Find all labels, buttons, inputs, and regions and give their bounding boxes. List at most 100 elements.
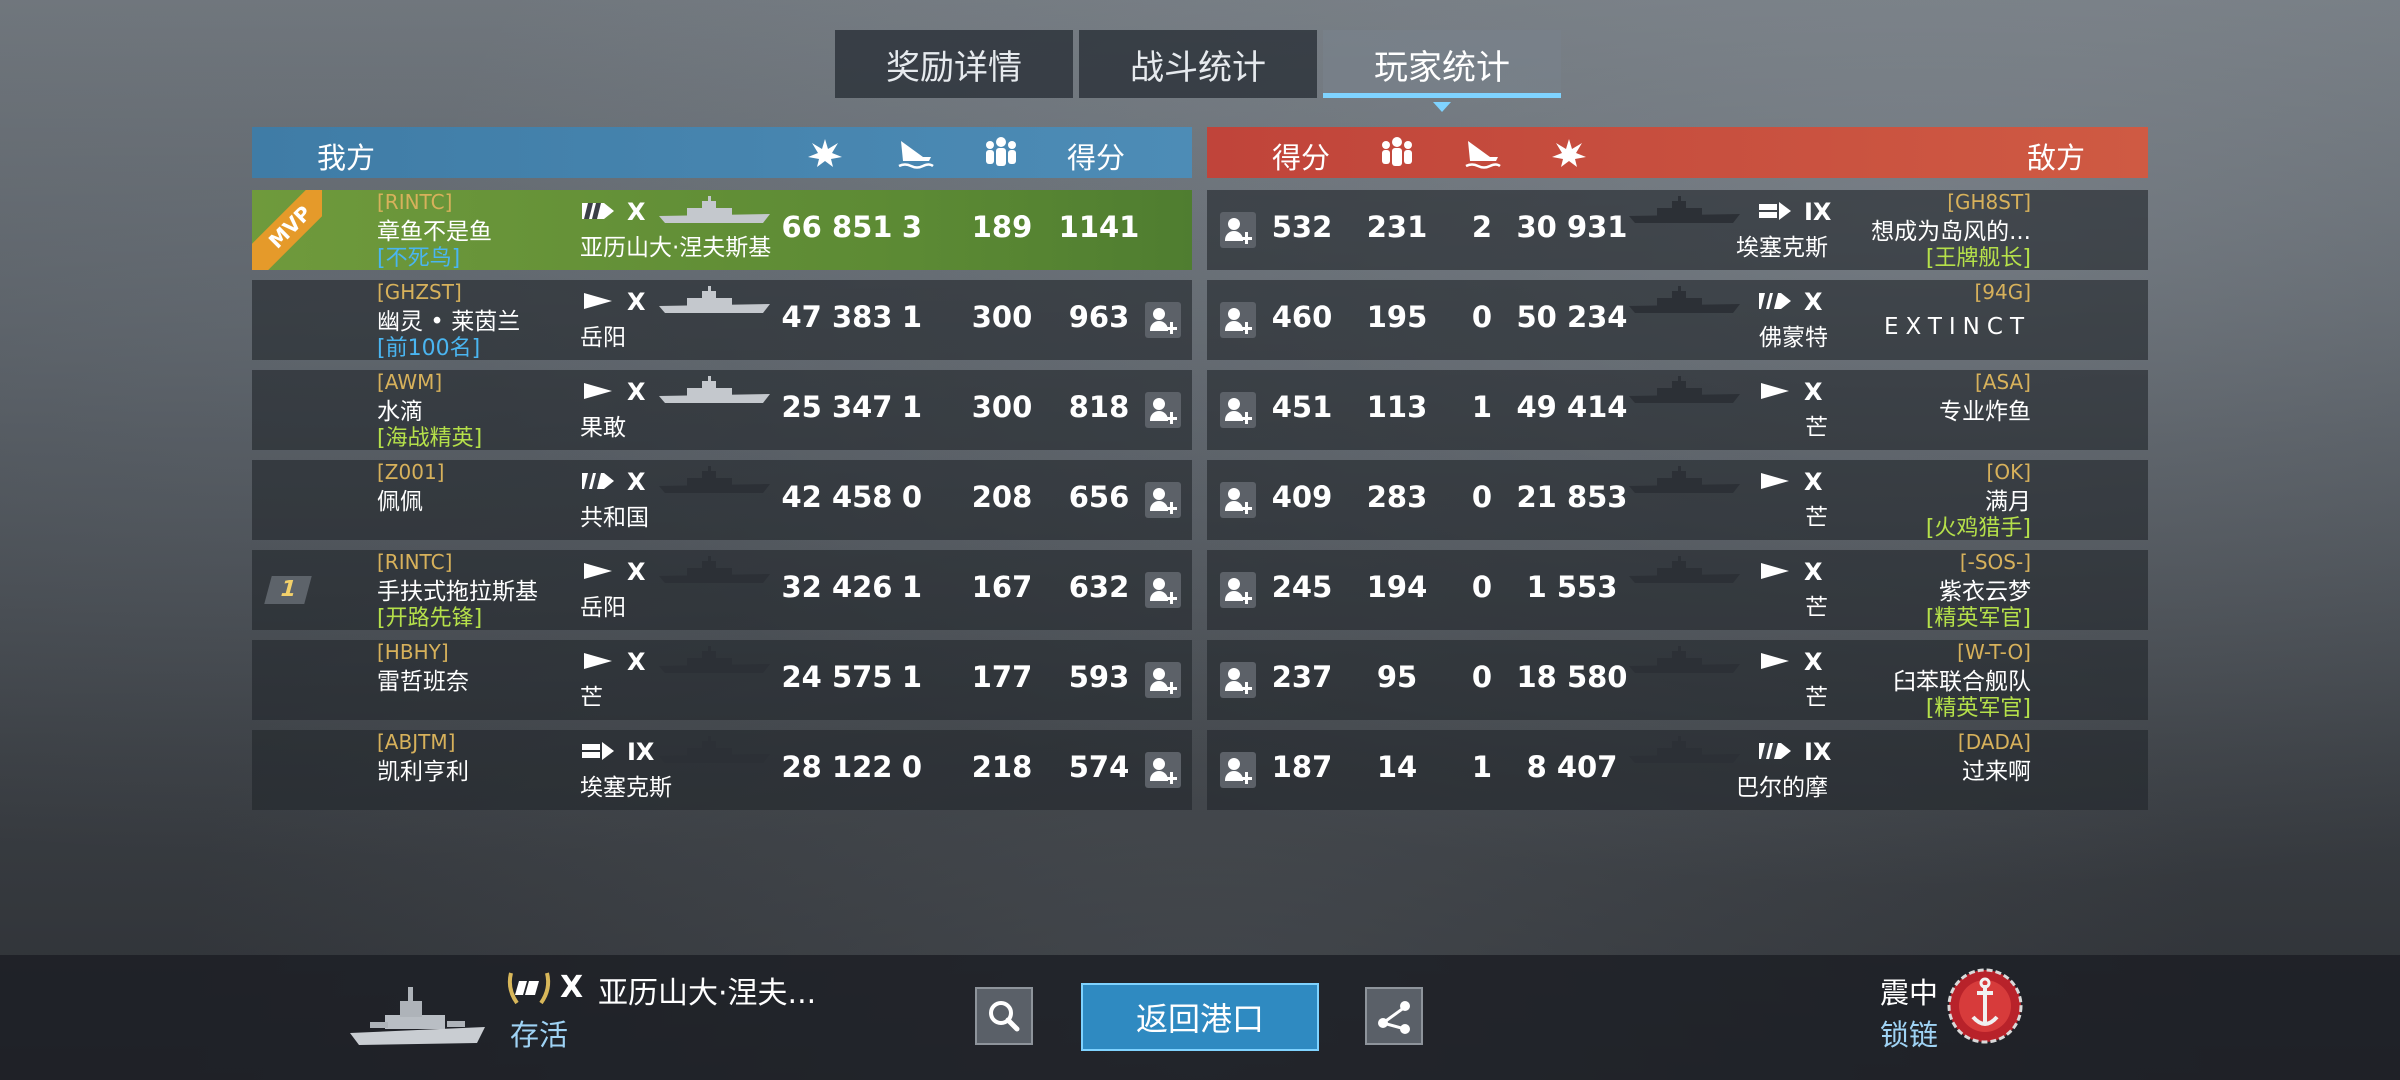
plus-icon — [1165, 682, 1177, 694]
ship-class-icon — [582, 742, 614, 760]
share-button[interactable] — [1365, 987, 1423, 1045]
ally-team-label: 我方 — [317, 141, 376, 175]
ship-class-icon — [584, 293, 612, 309]
enemy-player-row: 187 14 1 8 407 IX 巴尔的摩 [DADA] 过来啊 — [1207, 730, 2148, 810]
ship-name: 芒 — [1805, 685, 1828, 711]
plus-icon — [1165, 322, 1177, 334]
score-column-label: 得分 — [1067, 141, 1126, 175]
ship-class-icon — [584, 563, 612, 579]
assists-value: 113 — [1366, 390, 1428, 424]
damage-value: 50 234 — [1516, 300, 1628, 334]
ship-silhouette — [1629, 196, 1740, 223]
tab-battle-stats[interactable]: 战斗统计 — [1079, 30, 1317, 98]
kills-value: 1 — [1471, 750, 1493, 784]
ship-silhouette — [659, 646, 770, 673]
tab-player-stats[interactable]: 玩家统计 — [1323, 30, 1561, 112]
ship-silhouette — [1629, 556, 1740, 583]
add-friend-button[interactable] — [1145, 482, 1181, 518]
ship-name: 埃塞克斯 — [580, 775, 672, 801]
tab-label: 战斗统计 — [1130, 47, 1266, 88]
own-ship-tier: X — [560, 970, 584, 1005]
return-to-port-button[interactable]: 返回港口 — [1081, 983, 1319, 1051]
laurel-rank-icon — [507, 972, 551, 1005]
ship-tier: IX — [1804, 198, 1832, 226]
clan-tag: [RINTC] — [377, 190, 453, 214]
score-column-label: 得分 — [1272, 141, 1331, 175]
ship-silhouette — [659, 196, 770, 223]
add-friend-button[interactable] — [1145, 752, 1181, 788]
assists-value: 95 — [1376, 660, 1418, 694]
damage-value: 18 580 — [1516, 660, 1628, 694]
kills-value: 1 — [901, 300, 923, 334]
add-friend-button[interactable] — [1145, 662, 1181, 698]
damage-value: 49 414 — [1516, 390, 1628, 424]
mvp-badge: MVP — [252, 190, 322, 270]
player-name[interactable]: 专业炸鱼 — [1939, 392, 2031, 426]
achievement-line1: 震中 — [1880, 976, 1939, 1010]
player-name[interactable]: 过来啊 — [1962, 752, 2031, 786]
achievement-line2: 锁链 — [1880, 1018, 1939, 1052]
ally-player-row: [ABJTM] 凯利亨利 IX 埃塞克斯 28 122 0 218 574 — [252, 730, 1192, 810]
player-title: [精英军官] — [1925, 696, 2031, 721]
score-value: 237 — [1271, 660, 1333, 694]
enemy-player-row: 409 283 0 21 853 X 芒 [OK] 满月 [火鸡猎手] — [1207, 460, 2148, 541]
ship-tier: X — [627, 468, 646, 496]
ship-class-icon — [1761, 653, 1789, 669]
clan-tag: [DADA] — [1957, 730, 2031, 754]
tab-reward-details[interactable]: 奖励详情 — [835, 30, 1073, 98]
clan-tag: [ASA] — [1974, 370, 2031, 394]
ship-name: 埃塞克斯 — [1736, 235, 1828, 261]
rank-badge: 1 — [264, 576, 312, 604]
enemy-player-row: 237 95 0 18 580 X 芒 [W-T-O] 臼苯联合舰队 [精英军官] — [1207, 640, 2148, 721]
ship-name: 果敢 — [580, 415, 626, 441]
enemy-player-row: 451 113 1 49 414 X 芒 [ASA] 专业炸鱼 — [1207, 370, 2148, 450]
ship-name: 芒 — [1805, 595, 1828, 621]
ship-tier: X — [1804, 288, 1823, 316]
tab-label: 奖励详情 — [886, 47, 1022, 88]
search-button[interactable] — [975, 987, 1033, 1045]
ship-tier: X — [1804, 468, 1823, 496]
kills-value: 0 — [1471, 570, 1493, 604]
clan-tag: [94G] — [1974, 280, 2031, 304]
kills-value: 0 — [1471, 480, 1493, 514]
score-value: 818 — [1068, 390, 1130, 424]
player-name[interactable]: 雷哲班奈 — [377, 662, 469, 696]
damage-value: 21 853 — [1516, 480, 1628, 514]
player-name[interactable]: EXTINCT — [1884, 314, 2031, 340]
tab-bar: 奖励详情 战斗统计 玩家统计 — [835, 30, 1561, 112]
player-title: [不死鸟] — [377, 246, 461, 271]
add-friend-button[interactable] — [1145, 392, 1181, 428]
kills-value: 0 — [1471, 300, 1493, 334]
explosion-icon — [1552, 139, 1586, 167]
enemy-player-row: 245 194 0 1 553 X 芒 [-SOS-] 紫衣云梦 [精英军官] — [1207, 550, 2148, 631]
clan-tag: [AWM] — [377, 370, 443, 394]
score-value: 245 — [1271, 570, 1333, 604]
player-name[interactable]: 佩佩 — [377, 482, 423, 516]
kills-value: 3 — [901, 210, 923, 244]
ship-class-icon — [582, 473, 614, 489]
plus-icon — [1165, 502, 1177, 514]
ship-name: 芒 — [1805, 505, 1828, 531]
add-friend-button[interactable] — [1145, 572, 1181, 608]
enemy-player-row: 532 231 2 30 931 IX 埃塞克斯 [GH8ST] 想成为岛风的... [王牌舰长… — [1207, 190, 2148, 271]
team-icon — [1382, 137, 1412, 166]
tab-label: 玩家统计 — [1374, 47, 1510, 88]
clan-tag: [OK] — [1986, 460, 2031, 484]
clan-tag: [GH8ST] — [1947, 190, 2031, 214]
ship-silhouette — [1629, 466, 1740, 493]
ship-tier: IX — [627, 738, 655, 766]
player-name[interactable]: 凯利亨利 — [377, 752, 469, 786]
return-to-port-label: 返回港口 — [1135, 1000, 1264, 1038]
ship-silhouette — [659, 556, 770, 583]
assists-value: 14 — [1376, 750, 1418, 784]
ally-player-row: [Z001] 佩佩 X 共和国 42 458 0 208 656 — [252, 460, 1192, 540]
share-icon — [1378, 1001, 1410, 1034]
ship-silhouette — [659, 376, 770, 403]
ship-name: 共和国 — [580, 505, 649, 531]
add-friend-button[interactable] — [1145, 302, 1181, 338]
ship-tier: X — [1804, 648, 1823, 676]
clan-tag: [GHZST] — [377, 280, 462, 304]
player-title: [海战精英] — [377, 426, 483, 451]
kills-value: 1 — [901, 390, 923, 424]
sinking-ship-icon — [1465, 141, 1501, 169]
